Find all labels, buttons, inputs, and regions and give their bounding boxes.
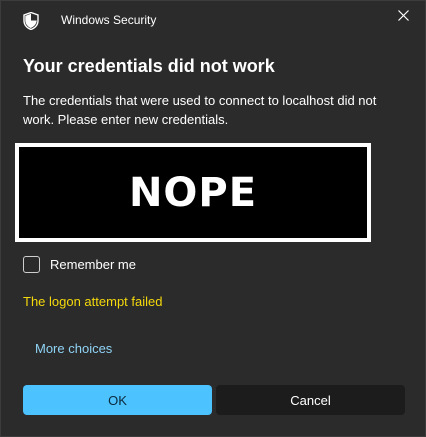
remember-me-checkbox[interactable]: Remember me: [23, 256, 136, 273]
ok-button[interactable]: OK: [23, 385, 212, 415]
more-choices-link[interactable]: More choices: [35, 341, 112, 356]
dialog-message: The credentials that were used to connec…: [23, 93, 377, 127]
close-icon[interactable]: [397, 8, 409, 26]
credential-tile[interactable]: NOPE: [15, 143, 371, 242]
credentials-dialog: Windows Security Your credentials did no…: [0, 0, 426, 437]
checkbox-box[interactable]: [23, 256, 40, 273]
cancel-button[interactable]: Cancel: [216, 385, 405, 415]
close-button[interactable]: [389, 5, 417, 29]
dialog-heading: Your credentials did not work: [23, 56, 275, 76]
remember-me-label[interactable]: Remember me: [50, 257, 136, 272]
shield-icon: [23, 11, 39, 31]
title-bar: Windows Security: [1, 1, 425, 41]
credential-tile-text: NOPE: [128, 169, 258, 216]
window-title: Windows Security: [61, 13, 157, 27]
error-message: The logon attempt failed: [23, 294, 163, 309]
